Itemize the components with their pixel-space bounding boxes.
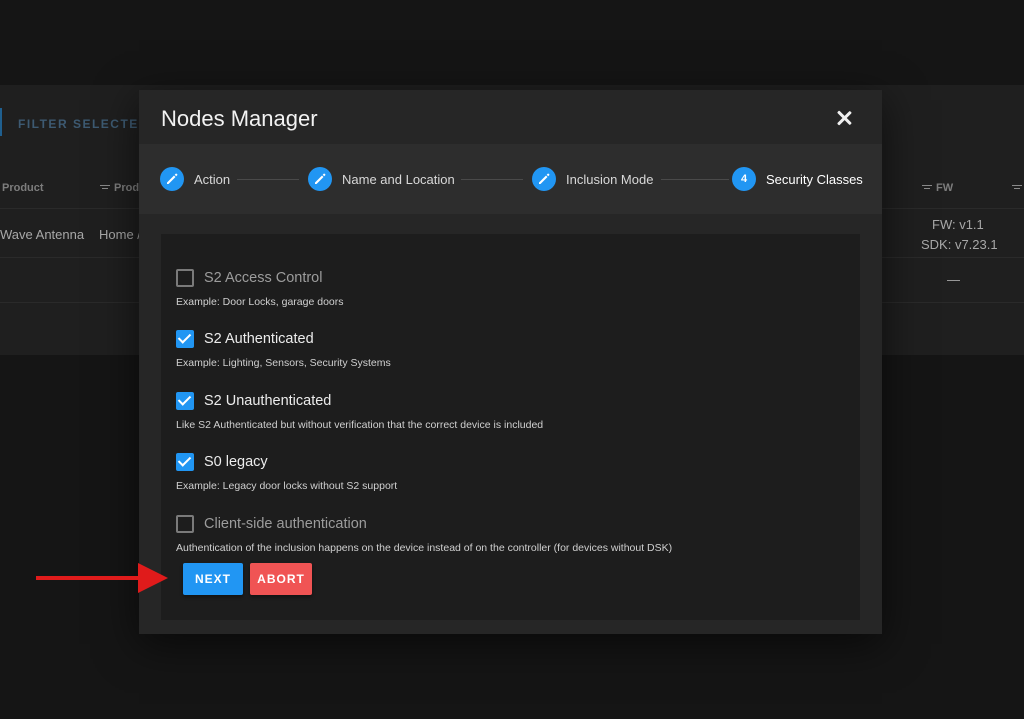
column-header-next[interactable] [1012, 182, 1024, 194]
column-header-product[interactable]: Product [2, 182, 44, 194]
checkbox-unchecked[interactable] [176, 515, 194, 533]
filter-selected-button[interactable]: FILTER SELECTED [0, 100, 150, 144]
dialog-title: Nodes Manager [161, 106, 318, 131]
filter-selected-label: FILTER SELECTED [18, 117, 149, 131]
close-icon[interactable] [832, 106, 856, 130]
next-button[interactable]: NEXT [183, 563, 243, 595]
step-action[interactable]: Action [160, 167, 230, 191]
filter-icon [100, 184, 110, 192]
step-label: Security Classes [766, 171, 863, 187]
option-description: Example: Door Locks, garage doors [176, 296, 344, 308]
step-label: Action [194, 171, 231, 187]
option-label: S0 legacy [204, 454, 268, 470]
step-inclusion-mode[interactable]: Inclusion Mode [532, 167, 653, 191]
option-s2-access-control: S2 Access Control Example: Door Locks, g… [176, 267, 344, 308]
edit-icon [308, 167, 332, 191]
filter-bar-indicator [0, 108, 2, 136]
checkbox-checked[interactable] [176, 453, 194, 471]
checkbox-checked[interactable] [176, 330, 194, 348]
nodes-manager-dialog: Nodes Manager Action Name and Location I… [139, 90, 882, 634]
cell-location: Home / [99, 227, 141, 242]
step-connector [237, 179, 299, 180]
checkbox-checked[interactable] [176, 392, 194, 410]
column-header-fw[interactable]: FW [922, 182, 953, 194]
option-label: Client-side authentication [204, 516, 367, 532]
option-description: Like S2 Authenticated but without verifi… [176, 419, 544, 431]
security-classes-panel: S2 Access Control Example: Door Locks, g… [161, 234, 860, 620]
checkbox-unchecked[interactable] [176, 269, 194, 287]
step-number-badge: 4 [732, 167, 756, 191]
checkbox-row[interactable]: S2 Access Control [176, 267, 344, 289]
option-label: S2 Unauthenticated [204, 393, 332, 409]
option-s2-unauthenticated: S2 Unauthenticated Like S2 Authenticated… [176, 390, 543, 431]
annotation-arrow-icon [138, 563, 168, 593]
checkbox-row[interactable]: Client-side authentication [176, 513, 672, 535]
cell-sdk-version: SDK: v7.23.1 [921, 237, 998, 252]
checkbox-row[interactable]: S0 legacy [176, 451, 397, 473]
stepper: Action Name and Location Inclusion Mode … [139, 144, 882, 214]
option-description: Example: Legacy door locks without S2 su… [176, 480, 398, 492]
abort-button[interactable]: ABORT [250, 563, 312, 595]
step-security-classes[interactable]: 4 Security Classes [732, 167, 863, 191]
step-label: Name and Location [342, 171, 455, 187]
option-label: S2 Authenticated [204, 331, 314, 347]
option-s2-authenticated: S2 Authenticated Example: Lighting, Sens… [176, 328, 391, 369]
edit-icon [532, 167, 556, 191]
filter-icon [1012, 184, 1022, 192]
edit-icon [160, 167, 184, 191]
filter-icon [922, 184, 932, 192]
option-label: S2 Access Control [204, 270, 323, 286]
step-connector [461, 179, 523, 180]
annotation-arrow-shaft [36, 576, 146, 580]
cell-product: Wave Antenna [0, 227, 85, 242]
checkbox-row[interactable]: S2 Unauthenticated [176, 390, 543, 412]
cell-empty-dash: — [947, 272, 960, 287]
step-name-and-location[interactable]: Name and Location [308, 167, 455, 191]
column-header-product-filter[interactable]: Prod [100, 182, 139, 194]
step-label: Inclusion Mode [566, 171, 654, 187]
option-description: Authentication of the inclusion happens … [176, 542, 673, 554]
cell-fw-version: FW: v1.1 [932, 217, 984, 232]
option-s0-legacy: S0 legacy Example: Legacy door locks wit… [176, 451, 397, 492]
checkbox-row[interactable]: S2 Authenticated [176, 328, 391, 350]
step-connector [661, 179, 729, 180]
option-description: Example: Lighting, Sensors, Security Sys… [176, 357, 391, 369]
option-client-side-authentication: Client-side authentication Authenticatio… [176, 513, 672, 554]
